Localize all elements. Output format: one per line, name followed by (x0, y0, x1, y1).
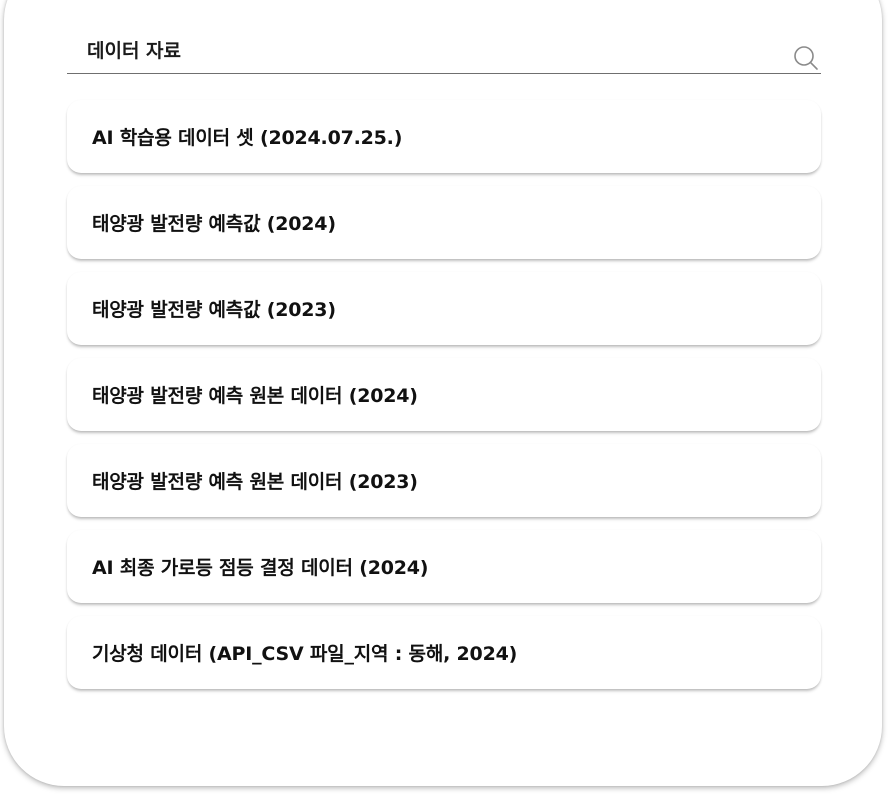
search-bar (67, 30, 821, 74)
list-item-label: 태양광 발전량 예측값 (2024) (92, 213, 336, 235)
list-item[interactable]: AI 최종 가로등 점등 결정 데이터 (2024) (67, 530, 821, 603)
list-item[interactable]: 기상청 데이터 (API_CSV 파일_지역 : 동해, 2024) (67, 616, 821, 689)
list-item[interactable]: AI 학습용 데이터 셋 (2024.07.25.) (67, 100, 821, 173)
list-item-label: AI 최종 가로등 점등 결정 데이터 (2024) (92, 557, 429, 579)
data-list: AI 학습용 데이터 셋 (2024.07.25.) 태양광 발전량 예측값 (… (67, 100, 821, 702)
list-item-label: 태양광 발전량 예측값 (2023) (92, 299, 336, 321)
list-item-label: 태양광 발전량 예측 원본 데이터 (2023) (92, 471, 418, 493)
search-input[interactable] (87, 38, 767, 64)
list-item-label: 태양광 발전량 예측 원본 데이터 (2024) (92, 385, 418, 407)
list-item[interactable]: 태양광 발전량 예측값 (2024) (67, 186, 821, 259)
list-item-label: AI 학습용 데이터 셋 (2024.07.25.) (92, 127, 403, 149)
list-item-label: 기상청 데이터 (API_CSV 파일_지역 : 동해, 2024) (92, 643, 518, 665)
list-item[interactable]: 태양광 발전량 예측값 (2023) (67, 272, 821, 345)
list-item[interactable]: 태양광 발전량 예측 원본 데이터 (2024) (67, 358, 821, 431)
list-item[interactable]: 태양광 발전량 예측 원본 데이터 (2023) (67, 444, 821, 517)
search-icon[interactable] (793, 45, 819, 71)
